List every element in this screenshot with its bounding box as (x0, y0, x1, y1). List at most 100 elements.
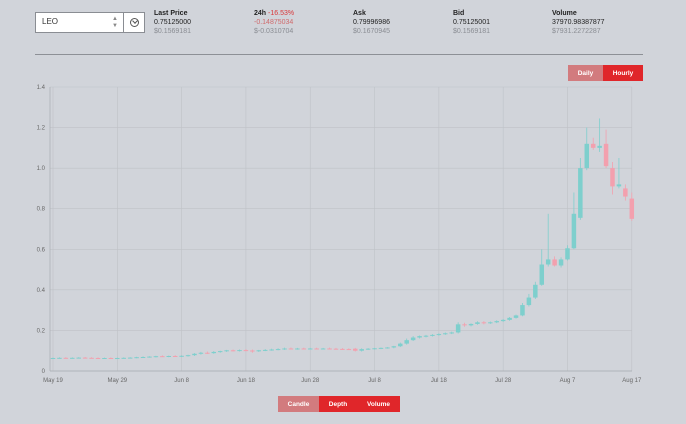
y-tick-label: 1.0 (37, 166, 46, 172)
y-tick-label: 0.2 (37, 328, 46, 334)
candle-down (288, 348, 294, 350)
candle-down (346, 349, 352, 351)
candle-down (205, 352, 210, 354)
candle-up (282, 348, 287, 350)
candle-up (500, 319, 506, 322)
x-tick-label: Jun 8 (174, 378, 189, 384)
candle-down (552, 259, 557, 266)
x-tick-label: Jun 18 (237, 378, 256, 384)
x-tick-label: Aug 17 (622, 378, 642, 384)
candle-down (230, 350, 236, 352)
candle-up (455, 324, 461, 333)
candle-up (410, 337, 416, 341)
candle-up (565, 248, 570, 260)
x-tick-label: Jul 28 (495, 378, 512, 384)
candle-up (320, 348, 326, 350)
candle-up (436, 334, 442, 336)
candle-up (616, 184, 622, 187)
candle-down (481, 322, 487, 324)
candle-up (192, 353, 197, 356)
candle-down (250, 350, 255, 352)
candle-up (140, 357, 146, 359)
x-tick-label: Aug 7 (560, 378, 576, 384)
candle-up (179, 355, 184, 357)
candle-up (533, 284, 538, 298)
candle-up (50, 358, 56, 360)
candle-up (558, 259, 564, 266)
candle-up (507, 317, 512, 320)
candle-up (488, 322, 493, 324)
candle-up (153, 356, 159, 358)
candle-down (243, 350, 249, 352)
candle-down (95, 358, 101, 360)
candle-down (160, 356, 165, 358)
candle-up (121, 357, 126, 359)
candle-down (353, 348, 358, 351)
candle-up (520, 305, 525, 316)
candle-up (102, 358, 107, 360)
candle-up (359, 349, 364, 351)
view-depth-button[interactable]: Depth (319, 396, 357, 412)
candle-up (134, 357, 139, 359)
view-candle-button[interactable]: Candle (278, 396, 319, 412)
y-tick-label: 0 (42, 369, 46, 375)
candle-up (584, 143, 590, 169)
candle-up (275, 349, 281, 351)
candle-up (398, 343, 403, 347)
candle-up (185, 355, 191, 357)
candle-down (327, 348, 332, 350)
candle-up (295, 348, 300, 350)
candle-up (115, 358, 120, 360)
candle-up (475, 322, 480, 324)
candle-up (391, 346, 397, 348)
x-tick-label: May 19 (43, 378, 63, 384)
candle-up (127, 357, 133, 359)
candle-up (166, 355, 172, 357)
x-tick-label: May 29 (107, 378, 127, 384)
candle-up (578, 168, 583, 218)
x-tick-label: Jun 28 (301, 378, 320, 384)
candle-down (623, 188, 628, 197)
candle-up (449, 332, 454, 334)
candle-up (57, 357, 62, 359)
candle-up (404, 340, 409, 344)
candle-up (198, 352, 204, 354)
y-tick-label: 0.6 (37, 247, 46, 253)
y-tick-label: 1.4 (37, 85, 46, 91)
candle-up (417, 336, 422, 338)
candle-down (82, 357, 88, 359)
candle-up (70, 357, 75, 359)
candle-down (610, 168, 615, 187)
candle-up (365, 348, 371, 350)
candle-down (629, 198, 635, 219)
candle-down (340, 348, 345, 350)
candle-up (256, 350, 262, 352)
x-tick-label: Jul 18 (431, 378, 448, 384)
candle-down (603, 143, 609, 167)
candle-up (76, 357, 81, 359)
candle-up (526, 297, 532, 306)
candle-up (571, 213, 577, 249)
candle-down (333, 348, 339, 350)
candle-down (314, 348, 319, 350)
candle-up (262, 349, 268, 351)
price-chart: 0 0.2 0.4 0.6 0.8 1.0 1.2 1.4 May 19 May 29 Jun 8 J… (37, 85, 642, 384)
candle-up (237, 350, 242, 352)
candle-up (430, 334, 435, 336)
candle-up (211, 351, 217, 354)
candle-up (494, 321, 499, 323)
candle-up (378, 347, 384, 349)
candle-up (224, 350, 229, 352)
candle-down (301, 348, 307, 350)
candle-up (307, 348, 313, 350)
candle-up (269, 349, 274, 351)
x-tick-label: Jul 8 (368, 378, 381, 384)
candle-up (539, 264, 545, 285)
y-tick-label: 1.2 (37, 126, 46, 132)
candle-up (385, 347, 390, 349)
candle-up (372, 348, 377, 350)
candle-down (108, 358, 114, 360)
candle-down (63, 357, 69, 359)
candle-up (597, 145, 602, 148)
view-volume-button[interactable]: Volume (357, 396, 400, 412)
